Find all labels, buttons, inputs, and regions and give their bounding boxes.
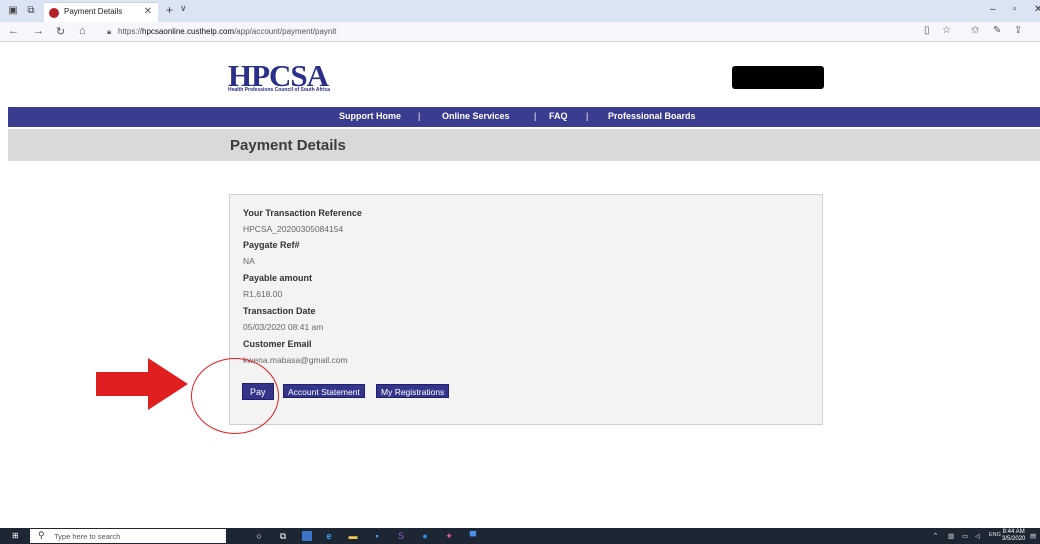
volume-icon[interactable]: ◁: [975, 532, 980, 540]
restore-icon[interactable]: ▫: [1013, 4, 1017, 15]
field-label: Customer Email: [243, 339, 312, 349]
field-value: HPCSA_20200305084154: [243, 224, 344, 234]
field-label: Payable amount: [243, 273, 313, 283]
notifications-icon[interactable]: ▤: [1030, 532, 1036, 540]
tab-list-chevron-icon[interactable]: ∨: [180, 3, 187, 14]
taskbar-search-input[interactable]: ⚲ Type here to search: [30, 529, 226, 543]
edge-icon[interactable]: e: [324, 531, 334, 541]
url-field[interactable]: https://hpcsaonline.custhelp.com/app/acc…: [118, 27, 336, 36]
nav-support-home[interactable]: Support Home: [339, 111, 401, 121]
share-icon[interactable]: ⇪: [1014, 25, 1022, 36]
nav-faq[interactable]: FAQ: [549, 111, 568, 121]
word-icon[interactable]: ▀: [468, 531, 478, 541]
app-icon-2[interactable]: ✦: [444, 531, 454, 541]
annotation-arrow-icon: [96, 358, 188, 410]
browser-tab-bar: ▣ ⧉ Payment Details ✕ + ∨ – ▫ ✕: [0, 0, 1040, 22]
browser-tab[interactable]: Payment Details ✕: [44, 2, 158, 22]
store-icon[interactable]: ▪: [372, 531, 382, 541]
set-aside-tabs-icon[interactable]: ⧉: [24, 4, 38, 18]
forward-icon[interactable]: →: [33, 25, 44, 37]
field-label: Your Transaction Reference: [243, 208, 362, 218]
tab-actions-icon[interactable]: ▣: [6, 4, 20, 18]
field-value: 05/03/2020 08:41 am: [243, 322, 324, 332]
tab-title: Payment Details: [64, 7, 123, 16]
page-title-bar: Payment Details: [8, 129, 1040, 161]
account-statement-button[interactable]: Account Statement: [283, 384, 365, 398]
annotation-circle: [191, 358, 279, 434]
field-value: R1,618.00: [243, 289, 283, 299]
onenote-icon[interactable]: S: [396, 531, 406, 541]
my-registrations-button[interactable]: My Registrations: [376, 384, 450, 398]
minimize-icon[interactable]: –: [990, 4, 996, 15]
home-icon[interactable]: ⌂: [79, 25, 86, 37]
network-icon[interactable]: ▥: [948, 532, 954, 540]
new-tab-icon[interactable]: +: [166, 3, 173, 17]
field-label: Transaction Date: [243, 306, 316, 316]
app-icon[interactable]: [302, 531, 312, 541]
payment-details-card: Your Transaction Reference HPCSA_2020030…: [229, 194, 823, 425]
favorites-icon[interactable]: ✩: [971, 25, 979, 36]
tab-close-icon[interactable]: ✕: [144, 6, 152, 17]
battery-icon[interactable]: ▭: [962, 532, 968, 540]
windows-taskbar: ⊞ ⚲ Type here to search ○ ⧉ e ▬ ▪ S ● ✦ …: [0, 528, 1040, 544]
file-explorer-icon[interactable]: ▬: [348, 531, 358, 541]
taskbar-clock[interactable]: 8:44 AM 3/5/2020: [1002, 529, 1025, 543]
notes-icon[interactable]: ✎: [993, 25, 1001, 36]
search-icon: ⚲: [38, 530, 45, 540]
windows-start-icon[interactable]: ⊞: [12, 532, 20, 540]
close-window-icon[interactable]: ✕: [1034, 4, 1040, 15]
page-title: Payment Details: [230, 137, 346, 154]
redacted-block: [732, 66, 824, 89]
skype-icon[interactable]: ●: [420, 531, 430, 541]
field-label: Paygate Ref#: [243, 240, 300, 250]
lock-icon: 🔒︎: [107, 27, 112, 36]
field-value: NA: [243, 256, 255, 266]
reading-view-icon[interactable]: ▯: [924, 25, 930, 36]
back-icon[interactable]: ←: [8, 25, 19, 37]
refresh-icon[interactable]: ↻: [56, 25, 65, 38]
site-nav: Support Home | Online Services | FAQ | P…: [8, 107, 1040, 127]
hpcsa-logo[interactable]: HPCSA Health Professions Council of Sout…: [228, 58, 342, 94]
cortana-icon[interactable]: ○: [254, 531, 264, 541]
tray-chevron-icon[interactable]: ^: [934, 532, 937, 539]
favorite-star-icon[interactable]: ☆: [942, 25, 951, 36]
language-indicator[interactable]: ENG: [989, 532, 1001, 538]
task-view-icon[interactable]: ⧉: [278, 531, 288, 541]
nav-online-services[interactable]: Online Services: [442, 111, 510, 121]
address-toolbar: ← → ↻ ⌂ 🔒︎ https://hpcsaonline.custhelp.…: [0, 22, 1040, 42]
nav-professional-boards[interactable]: Professional Boards: [608, 111, 696, 121]
site-favicon-icon: [49, 8, 59, 18]
